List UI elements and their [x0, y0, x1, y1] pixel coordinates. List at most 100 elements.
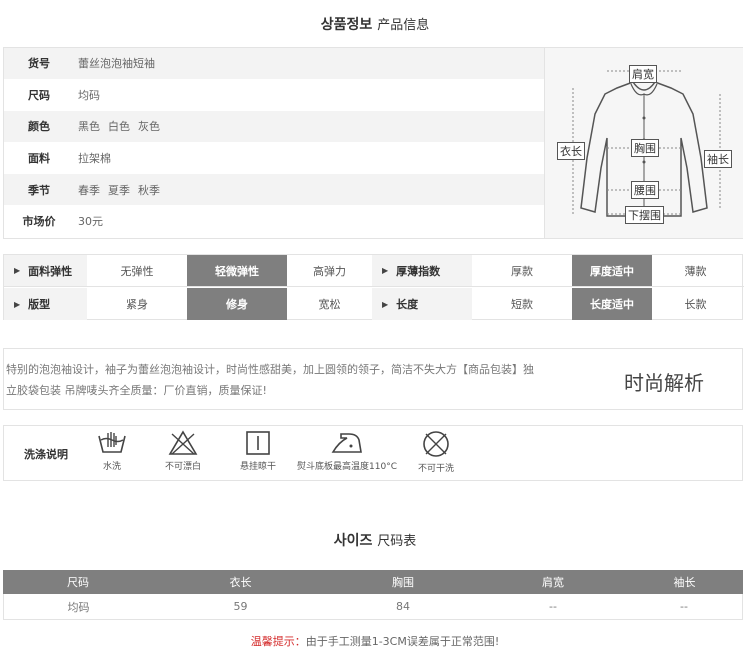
info-table: 货号 蕾丝泡泡袖短袖尺码 均码颜色 黑色 白色 灰色面料 拉架棉季节 春季 夏季 秋季市场价 30元 [4, 48, 544, 238]
product-info-panel: 货号 蕾丝泡泡袖短袖尺码 均码颜色 黑色 白色 灰色面料 拉架棉季节 春季 夏季 秋季市场价 30元… [3, 47, 743, 239]
size-cell: -- [549, 600, 557, 613]
info-value-item: 夏季 [108, 183, 130, 197]
washing-instructions: 洗涤说明 水洗 不可漂白 悬挂晾干 熨斗底板最高温度110°C 不可干洗 [3, 425, 743, 481]
info-row: 尺码 均码 [4, 80, 544, 112]
property-option: 紧身 [126, 298, 148, 311]
triangle-icon: ▶ [14, 299, 21, 309]
info-value: 春季 夏季 秋季 [74, 182, 168, 198]
size-table: 尺码 衣长 胸围 肩宽 袖长 均码 59 84 -- -- [3, 570, 743, 620]
info-value-item: 秋季 [138, 183, 160, 197]
property-option: 宽松 [318, 298, 341, 311]
size-cell: -- [680, 600, 688, 613]
diagram-waist-label: 腰围 [631, 181, 659, 199]
fashion-analysis-heading: 时尚解析 [624, 371, 704, 395]
size-column-header: 胸围 [392, 576, 414, 589]
tip-label: 温馨提示： [250, 635, 306, 648]
info-row: 市场价 30元 [4, 206, 544, 238]
table-row: 均码 59 84 -- -- [3, 594, 743, 620]
no-bleach-icon: 不可漂白 [162, 430, 204, 472]
info-value: 均码 [74, 87, 108, 103]
description-line-1: 特别的泡泡袖设计，袖子为蕾丝泡泡袖设计，时尚性感甜美，加上圆领的领子，简洁不失大… [6, 363, 534, 376]
iron-caption: 熨斗底板最高温度110°C [297, 462, 397, 472]
property-option: 薄款 [684, 264, 707, 278]
info-key: 季节 [28, 183, 50, 197]
title-korean: 상품정보 [320, 17, 373, 33]
diagram-bust-label: 胸围 [631, 139, 659, 157]
diagram-sleeve-label: 袖长 [704, 150, 732, 168]
property-option: 轻微弹性 [187, 255, 287, 286]
hand-wash-icon: 水洗 [94, 430, 130, 472]
info-value-item: 30元 [78, 215, 103, 229]
info-value: 蕾丝泡泡袖短袖 [74, 55, 163, 71]
property-row-fit: ▶ 版型 紧身 修身 宽松 ▶ 长度 短款 长度适中 长款 [4, 288, 744, 320]
diagram-hem-label: 下摆围 [625, 206, 664, 224]
property-option: 高弹力 [313, 264, 346, 278]
triangle-icon: ▶ [382, 299, 389, 309]
info-value: 黑色 白色 灰色 [74, 118, 168, 134]
washing-label: 洗涤说明 [24, 448, 68, 461]
diagram-length-label: 衣长 [557, 142, 585, 160]
info-value: 拉架棉 [74, 150, 119, 166]
info-value-item: 黑色 [78, 120, 100, 134]
property-table: ▶ 面料弹性 无弹性 轻微弹性 高弹力 ▶ 厚薄指数 厚款 厚度适中 薄款 ▶ 版型 紧身 修身 宽松 ▶ 长… [3, 254, 744, 320]
size-cell: 84 [396, 600, 410, 613]
triangle-icon: ▶ [382, 266, 389, 275]
size-cell: 均码 [67, 600, 90, 614]
property-option: 长款 [684, 298, 707, 311]
property-label-text: 版型 [28, 298, 51, 311]
info-value-item: 白色 [108, 120, 130, 134]
garment-diagram: 肩宽 衣长 袖长 胸围 腰围 下摆围 [544, 48, 743, 238]
size-title-chinese: 尺码表 [377, 534, 417, 549]
hand-wash-caption: 水洗 [102, 462, 121, 472]
size-title-korean: 사이즈 [333, 533, 373, 549]
property-label: ▶ 面料弹性 [4, 255, 87, 286]
info-key: 颜色 [28, 120, 50, 134]
property-option: 无弹性 [120, 264, 154, 278]
info-key: 市场价 [22, 215, 56, 229]
no-bleach-caption: 不可漂白 [164, 462, 201, 472]
size-table-header: 尺码 衣长 胸围 肩宽 袖长 [3, 570, 743, 594]
info-key: 货号 [28, 57, 50, 71]
description-panel: 特别的泡泡袖设计，袖子为蕾丝泡泡袖设计，时尚性感甜美，加上圆领的领子，简洁不失大… [3, 348, 743, 410]
hang-dry-icon: 悬挂晾干 [236, 430, 280, 472]
property-option: 厚度适中 [572, 255, 652, 286]
property-label: ▶ 厚薄指数 [372, 255, 472, 286]
title-chinese: 产品信息 [377, 18, 430, 33]
info-row: 面料 拉架棉 [4, 143, 544, 175]
info-row: 颜色 黑色 白色 灰色 [4, 111, 544, 143]
size-cell: 59 [233, 600, 248, 613]
tip-text: 由于手工测量1-3CM误差属于正常范围! [305, 635, 500, 648]
size-column-header: 衣长 [229, 576, 252, 589]
property-option: 修身 [187, 288, 287, 320]
size-column-header: 肩宽 [542, 576, 564, 589]
info-value-item: 灰色 [138, 120, 160, 134]
info-value-item: 春季 [78, 183, 100, 197]
info-value-item: 拉架棉 [78, 152, 111, 166]
triangle-icon: ▶ [14, 266, 21, 275]
info-key: 尺码 [28, 88, 50, 102]
measurement-tip: 温馨提示：由于手工测量1-3CM误差属于正常范围! [0, 633, 750, 649]
hang-dry-caption: 悬挂晾干 [239, 462, 276, 472]
info-value-item: 均码 [78, 88, 100, 102]
property-option: 长度适中 [572, 288, 652, 320]
size-chart-title: 사이즈 尺码表 [0, 530, 750, 550]
diagram-shoulder-label: 肩宽 [629, 65, 657, 83]
property-row-elasticity: ▶ 面料弹性 无弹性 轻微弹性 高弹力 ▶ 厚薄指数 厚款 厚度适中 薄款 [4, 255, 744, 287]
property-option: 短款 [511, 298, 533, 311]
size-column-header: 袖长 [673, 576, 696, 589]
property-label: ▶ 长度 [372, 288, 472, 320]
info-key: 面料 [28, 152, 50, 166]
info-row: 季节 春季 夏季 秋季 [4, 174, 544, 206]
property-label: ▶ 版型 [4, 288, 87, 320]
description-text: 特别的泡泡袖设计，袖子为蕾丝泡泡袖设计，时尚性感甜美，加上圆领的领子，简洁不失大… [6, 359, 586, 401]
property-label-text: 长度 [396, 298, 419, 311]
info-value: 30元 [74, 213, 111, 229]
product-info-title: 상품정보 产品信息 [0, 14, 750, 34]
property-label-text: 厚薄指数 [396, 264, 441, 278]
info-row: 货号 蕾丝泡泡袖短袖 [4, 48, 544, 80]
property-option: 厚款 [511, 264, 533, 278]
no-dry-clean-icon: 不可干洗 [414, 430, 458, 474]
info-value-item: 蕾丝泡泡袖短袖 [78, 57, 155, 71]
no-dry-clean-caption: 不可干洗 [417, 464, 454, 474]
description-line-2: 立胶袋包装 吊牌唛头齐全质量：厂价直销，质量保证! [6, 384, 267, 397]
